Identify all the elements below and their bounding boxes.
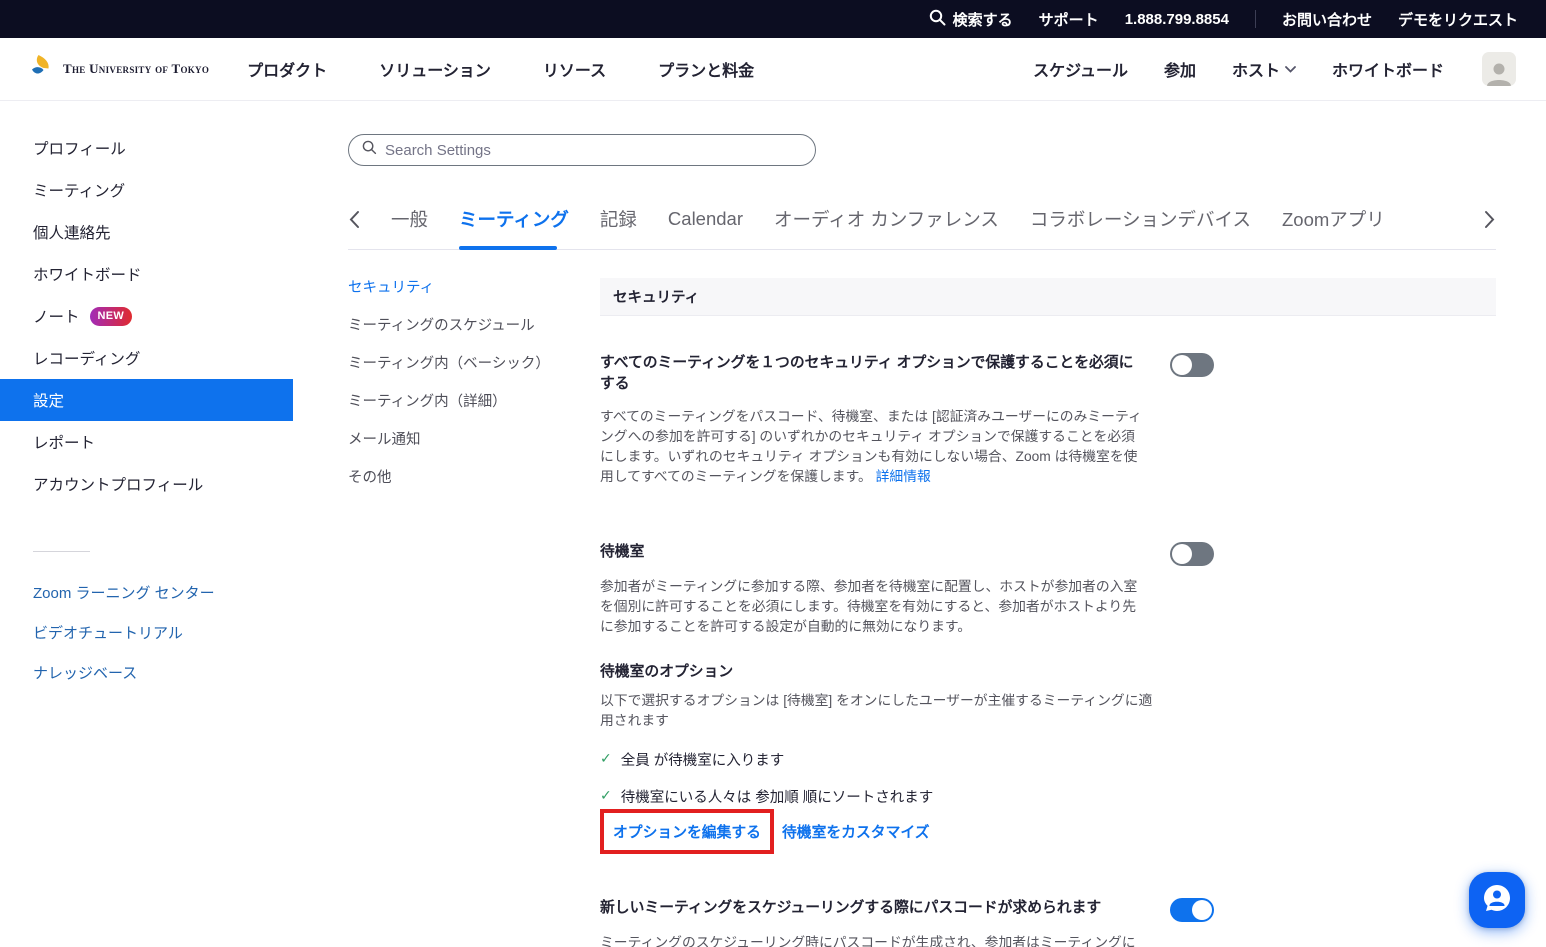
tab-general[interactable]: 一般 <box>391 206 428 249</box>
sidebar-item-recordings[interactable]: レコーディング <box>0 337 293 379</box>
search-icon <box>929 9 946 30</box>
sidebar-link-video-tutorials[interactable]: ビデオチュートリアル <box>0 622 293 643</box>
sidebar-link-learning-center[interactable]: Zoom ラーニング センター <box>0 582 293 603</box>
university-logo[interactable]: The University of Tokyo <box>30 53 209 86</box>
check-icon: ✓ <box>600 749 612 768</box>
chat-person-icon <box>1482 883 1512 918</box>
setting-title: 新しいミーティングをスケジューリングする際にパスコードが求められます <box>600 898 1101 919</box>
tab-calendar[interactable]: Calendar <box>668 208 743 247</box>
sidebar-item-contacts[interactable]: 個人連絡先 <box>0 211 293 253</box>
ginkgo-leaf-icon <box>30 53 56 86</box>
waiting-room-options-description: 以下で選択するオプションは [待機室] をオンにしたユーザーが主催するミーティン… <box>600 691 1157 731</box>
page: 検索する サポート 1.888.799.8854 お問い合わせ デモをリクエスト… <box>0 0 1546 947</box>
check-item-text: 全員 が待機室に入ります <box>621 749 785 770</box>
topbar-phone[interactable]: 1.888.799.8854 <box>1125 11 1229 28</box>
nav-plans-pricing[interactable]: プランと料金 <box>658 57 754 81</box>
nav-resources[interactable]: リソース <box>543 57 606 81</box>
nav-solutions[interactable]: ソリューション <box>379 57 491 81</box>
nav-products[interactable]: プロダクト <box>247 57 327 81</box>
list-item: ✓ 全員 が待機室に入ります <box>600 749 1214 770</box>
annotation-red-box: オプションを編集する <box>600 809 774 854</box>
settings-subnav: セキュリティ ミーティングのスケジュール ミーティング内（ベーシック） ミーティ… <box>348 278 600 947</box>
tab-meeting[interactable]: ミーティング <box>459 206 569 249</box>
subnav-in-meeting-advanced[interactable]: ミーティング内（詳細） <box>348 392 600 413</box>
tab-audio-conferencing[interactable]: オーディオ カンファレンス <box>774 206 999 249</box>
setting-description-text: すべてのミーティングをパスコード、待機室、または [認証済みユーザーにのみミーテ… <box>600 409 1142 484</box>
setting-description: ミーティングのスケジューリング時にパスコードが生成され、参加者はミーティングに参… <box>600 933 1145 947</box>
setting-description: 参加者がミーティングに参加する際、参加者を待機室に配置し、ホストが参加者の入室を… <box>600 577 1145 637</box>
waiting-room-toggle[interactable] <box>1170 542 1214 566</box>
subnav-email-notification[interactable]: メール通知 <box>348 430 600 451</box>
tabs-scroll-right-icon[interactable] <box>1484 210 1496 246</box>
settings-search-box[interactable] <box>348 134 816 166</box>
sidebar-item-settings[interactable]: 設定 <box>0 379 293 421</box>
customize-waiting-room-link[interactable]: 待機室をカスタマイズ <box>782 821 930 842</box>
sidebar-item-whiteboard[interactable]: ホワイトボード <box>0 253 293 295</box>
passcode-toggle[interactable] <box>1170 898 1214 922</box>
sidebar-item-account-profile[interactable]: アカウントプロフィール <box>0 463 293 505</box>
header-actions: スケジュール 参加 ホスト ホワイトボード <box>1033 52 1516 86</box>
topbar-demo-link[interactable]: デモをリクエスト <box>1398 9 1518 30</box>
subnav-schedule-meeting[interactable]: ミーティングのスケジュール <box>348 316 600 337</box>
schedule-button[interactable]: スケジュール <box>1033 57 1128 81</box>
list-item: ✓ 待機室にいる人々は 参加順 順にソートされます <box>600 786 1214 807</box>
settings-panel: セキュリティ すべてのミーティングを１つのセキュリティ オプションで保護すること… <box>600 278 1496 947</box>
setting-passcode-required: 新しいミーティングをスケジューリングする際にパスコードが求められます ミーティン… <box>600 898 1214 947</box>
sidebar-divider <box>33 551 90 552</box>
sidebar-item-notes-label: ノート <box>33 305 80 327</box>
university-logo-text: The University of Tokyo <box>63 61 209 77</box>
whiteboard-button[interactable]: ホワイトボード <box>1332 57 1444 81</box>
header: The University of Tokyo プロダクト ソリューション リソ… <box>0 38 1546 101</box>
topbar: 検索する サポート 1.888.799.8854 お問い合わせ デモをリクエスト <box>0 0 1546 38</box>
waiting-room-links: オプションを編集する 待機室をカスタマイズ <box>600 809 1214 854</box>
tab-zoom-apps[interactable]: Zoomアプリ <box>1282 206 1385 249</box>
subnav-other[interactable]: その他 <box>348 468 600 489</box>
chevron-down-icon <box>1285 60 1296 78</box>
setting-require-security-option: すべてのミーティングを１つのセキュリティ オプションで保護することを必須にする … <box>600 353 1214 487</box>
sidebar-item-notes[interactable]: ノート NEW <box>0 295 293 337</box>
check-item-text: 待機室にいる人々は 参加順 順にソートされます <box>621 786 934 807</box>
sidebar-link-knowledge-base[interactable]: ナレッジベース <box>0 662 293 683</box>
search-icon <box>362 140 377 160</box>
learn-more-link[interactable]: 詳細情報 <box>876 469 931 484</box>
tab-recording[interactable]: 記録 <box>600 206 637 249</box>
tab-collaboration-devices[interactable]: コラボレーションデバイス <box>1030 206 1251 249</box>
tabs-scroll-left-icon[interactable] <box>348 210 360 246</box>
settings-search-input[interactable] <box>385 142 802 159</box>
waiting-room-options-list: ✓ 全員 が待機室に入ります ✓ 待機室にいる人々は 参加順 順にソートされます <box>600 749 1214 807</box>
section-header-security: セキュリティ <box>600 278 1496 316</box>
topbar-search[interactable]: 検索する <box>929 9 1013 30</box>
host-dropdown[interactable]: ホスト <box>1232 57 1296 81</box>
topbar-divider <box>1255 10 1256 28</box>
topbar-search-label: 検索する <box>953 9 1013 30</box>
waiting-room-options-title: 待機室のオプション <box>600 660 1214 681</box>
sidebar-item-reports[interactable]: レポート <box>0 421 293 463</box>
header-nav: プロダクト ソリューション リソース プランと料金 <box>247 57 754 81</box>
sidebar-item-meetings[interactable]: ミーティング <box>0 169 293 211</box>
topbar-support-link[interactable]: サポート <box>1039 9 1099 30</box>
require-security-toggle[interactable] <box>1170 353 1214 377</box>
setting-title: 待機室 <box>600 542 644 563</box>
new-badge: NEW <box>90 307 133 326</box>
sidebar-item-profile[interactable]: プロフィール <box>0 127 293 169</box>
main-content: 一般 ミーティング 記録 Calendar オーディオ カンファレンス コラボレ… <box>293 101 1546 947</box>
host-dropdown-label: ホスト <box>1232 57 1280 81</box>
subnav-security[interactable]: セキュリティ <box>348 278 600 299</box>
check-icon: ✓ <box>600 786 612 805</box>
setting-waiting-room: 待機室 参加者がミーティングに参加する際、参加者を待機室に配置し、ホストが参加者… <box>600 542 1214 854</box>
support-chat-button[interactable] <box>1469 872 1525 928</box>
subnav-in-meeting-basic[interactable]: ミーティング内（ベーシック） <box>348 354 600 375</box>
join-button[interactable]: 参加 <box>1164 57 1196 81</box>
settings-tabs: 一般 ミーティング 記録 Calendar オーディオ カンファレンス コラボレ… <box>348 206 1496 250</box>
setting-title: すべてのミーティングを１つのセキュリティ オプションで保護することを必須にする <box>600 353 1145 396</box>
avatar[interactable] <box>1482 52 1516 86</box>
setting-description: すべてのミーティングをパスコード、待機室、または [認証済みユーザーにのみミーテ… <box>600 407 1145 487</box>
sidebar: プロフィール ミーティング 個人連絡先 ホワイトボード ノート NEW レコーデ… <box>0 101 293 947</box>
topbar-contact-link[interactable]: お問い合わせ <box>1282 9 1372 30</box>
edit-options-link[interactable]: オプションを編集する <box>613 825 761 841</box>
